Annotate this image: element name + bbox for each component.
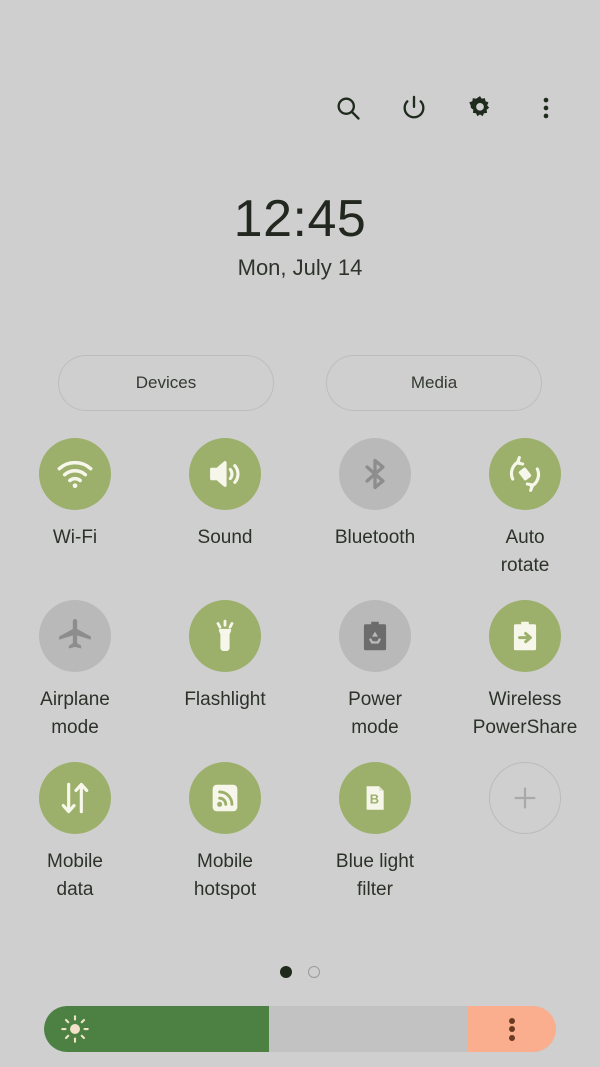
- clock-time[interactable]: 12:45: [0, 192, 600, 247]
- tile-label: Mobile data: [47, 851, 103, 900]
- wifi-icon: [39, 438, 111, 510]
- svg-text:B: B: [370, 791, 379, 806]
- brightness-slider[interactable]: [44, 1006, 556, 1052]
- power-mode-icon: [339, 600, 411, 672]
- page-dot-2[interactable]: [308, 966, 320, 978]
- clock-date[interactable]: Mon, July 14: [0, 255, 600, 281]
- tile-label: Power mode: [348, 689, 402, 738]
- mobile-data-icon: [39, 762, 111, 834]
- brightness-sun-icon: [60, 1014, 90, 1044]
- mobile-hotspot-icon: [189, 762, 261, 834]
- media-button[interactable]: Media: [326, 355, 542, 411]
- page-dot-1[interactable]: [280, 966, 292, 978]
- tile-wireless-powershare[interactable]: Wireless PowerShare: [450, 600, 600, 748]
- tile-label: Wi-Fi: [52, 527, 98, 548]
- tile-mobile-hotspot[interactable]: Mobile hotspot: [150, 762, 300, 910]
- tile-label: Wireless PowerShare: [472, 689, 578, 738]
- page-indicator: [0, 966, 600, 978]
- tile-label: Sound: [197, 527, 253, 548]
- tile-mobile-data[interactable]: Mobile data: [0, 762, 150, 910]
- blue-light-filter-icon: B: [339, 762, 411, 834]
- kebab-dot: [509, 1017, 515, 1024]
- shortcut-pill-row: Devices Media: [0, 355, 600, 411]
- power-icon[interactable]: [394, 88, 434, 128]
- overflow-menu-icon[interactable]: [526, 88, 566, 128]
- tile-flashlight[interactable]: Flashlight: [150, 600, 300, 748]
- tile-wifi[interactable]: Wi-Fi: [0, 438, 150, 586]
- kebab-dot: [509, 1034, 515, 1041]
- tile-label: Airplane mode: [40, 689, 110, 738]
- tile-power-mode[interactable]: Power mode: [300, 600, 450, 748]
- flashlight-icon: [189, 600, 261, 672]
- wireless-powershare-icon: [489, 600, 561, 672]
- quick-settings-toolbar: [328, 88, 566, 128]
- tile-sound[interactable]: Sound: [150, 438, 300, 586]
- add-icon: [489, 762, 561, 834]
- bluetooth-icon: [339, 438, 411, 510]
- tile-bluetooth[interactable]: Bluetooth: [300, 438, 450, 586]
- quick-settings-panel: 12:45 Mon, July 14 Devices Media Wi-Fi S…: [0, 0, 600, 1067]
- kebab-dot: [509, 1026, 515, 1032]
- search-icon[interactable]: [328, 88, 368, 128]
- tile-add-button[interactable]: [450, 762, 600, 910]
- tile-label: Blue light filter: [335, 851, 415, 900]
- tile-blue-light-filter[interactable]: B Blue light filter: [300, 762, 450, 910]
- airplane-icon: [39, 600, 111, 672]
- tile-label: Mobile hotspot: [193, 851, 257, 900]
- gear-icon[interactable]: [460, 88, 500, 128]
- sound-icon: [189, 438, 261, 510]
- tile-label: Auto rotate: [500, 527, 550, 576]
- auto-rotate-icon: [489, 438, 561, 510]
- quick-settings-grid: Wi-Fi Sound Bluetooth Auto rotate Airpla…: [0, 438, 600, 910]
- clock-block: 12:45 Mon, July 14: [0, 192, 600, 281]
- tile-label: Bluetooth: [334, 527, 416, 548]
- brightness-options-icon[interactable]: [468, 1006, 556, 1052]
- devices-button[interactable]: Devices: [58, 355, 274, 411]
- tile-label: Flashlight: [184, 689, 266, 710]
- tile-auto-rotate[interactable]: Auto rotate: [450, 438, 600, 586]
- tile-airplane-mode[interactable]: Airplane mode: [0, 600, 150, 748]
